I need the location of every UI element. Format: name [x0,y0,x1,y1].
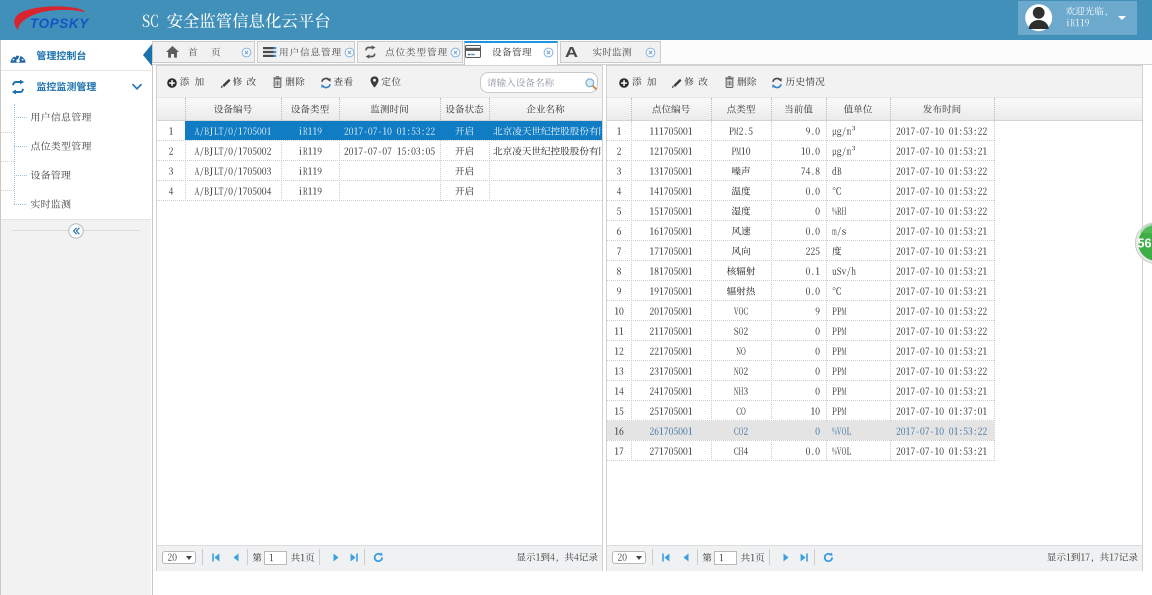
svg-text:56: 56 [1138,237,1152,251]
